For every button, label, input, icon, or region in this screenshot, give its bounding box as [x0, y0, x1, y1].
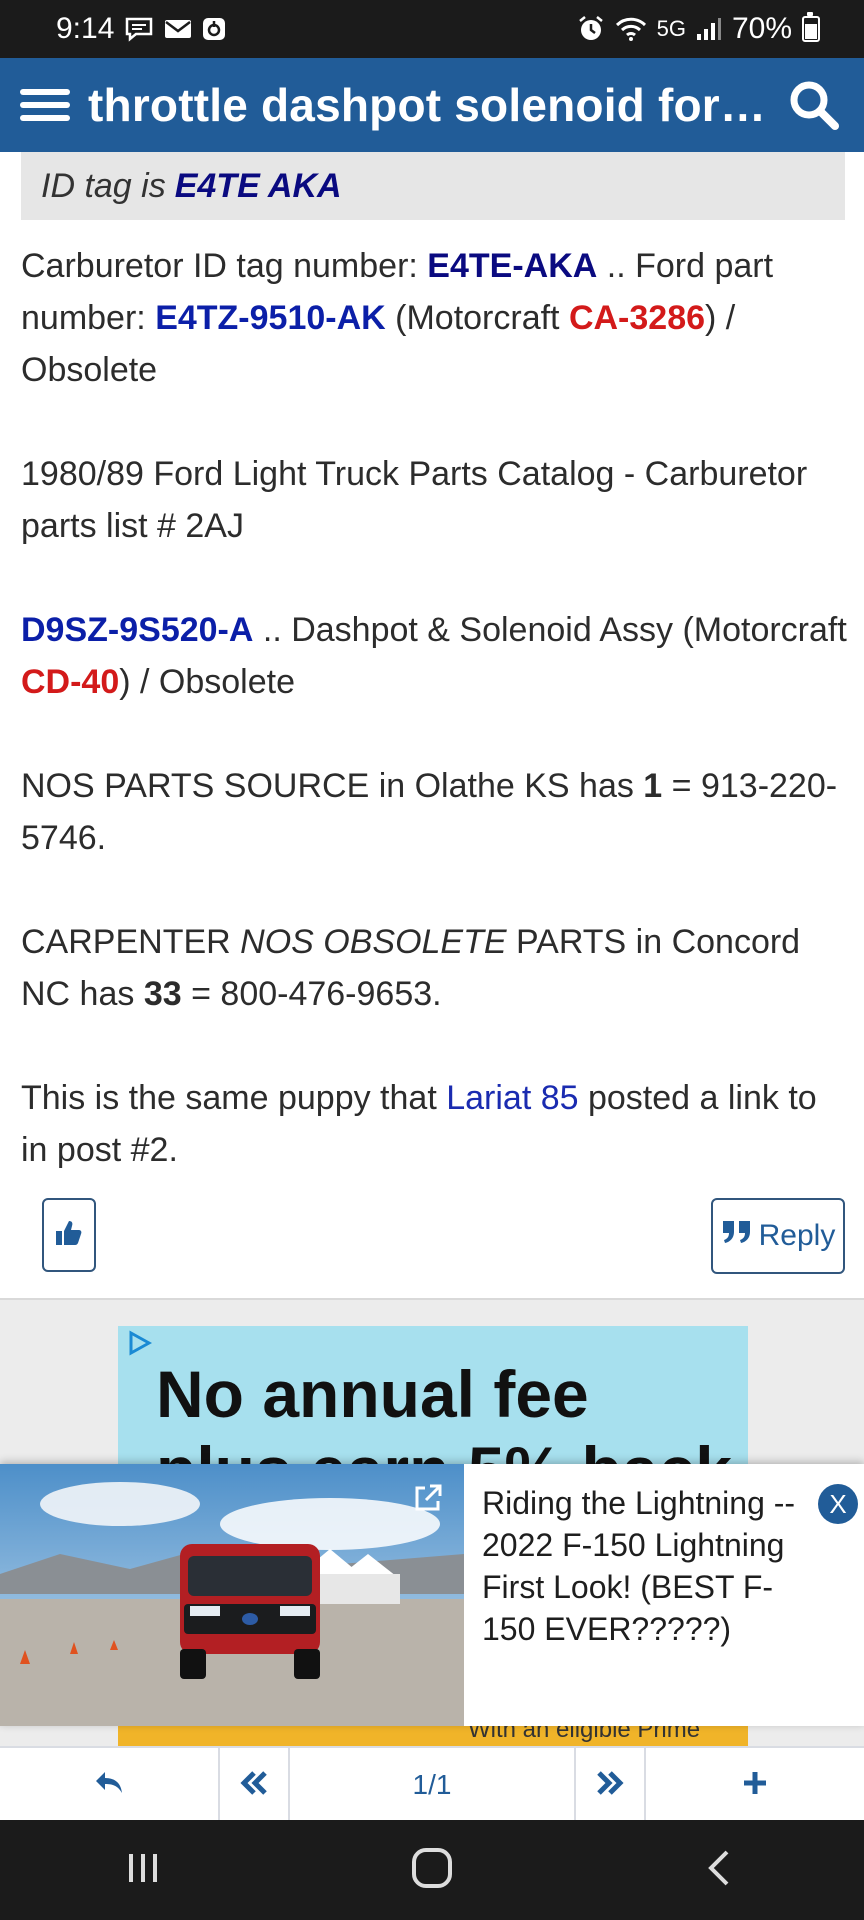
ford-part-number: E4TZ-9510-AK: [155, 299, 386, 337]
last-page-button[interactable]: [576, 1748, 646, 1822]
text-span: ) / Obsolete: [119, 663, 295, 701]
quote-prefix: ID tag is: [41, 166, 166, 205]
status-left: 9:14: [56, 12, 226, 46]
plus-icon: [741, 1769, 769, 1802]
italic-text: NOS OBSOLETE: [240, 923, 507, 961]
text-span: (Motorcraft: [385, 299, 569, 337]
mail-icon: [164, 18, 192, 40]
status-right: 5G 70%: [577, 12, 820, 46]
floating-video-player: Riding the Lightning -- 2022 F-150 Light…: [0, 1464, 864, 1726]
battery-icon: [802, 12, 820, 42]
post-paragraph-4: NOS PARTS SOURCE in Olathe KS has 1 = 91…: [21, 760, 851, 864]
post-paragraph-1: Carburetor ID tag number: E4TE-AKA .. Fo…: [21, 240, 851, 396]
thumbs-up-icon: [54, 1218, 84, 1253]
quote-block: ID tag is E4TE AKA: [21, 152, 845, 220]
quote-icon: [721, 1219, 753, 1253]
status-time: 9:14: [56, 12, 115, 45]
double-chevron-left-icon: [238, 1769, 270, 1802]
ad-headline: No annual fee: [156, 1357, 589, 1431]
text-span: .. Dashpot & Solenoid Assy (Motorcraft: [253, 611, 847, 649]
wifi-icon: [615, 16, 647, 42]
first-page-button[interactable]: [220, 1748, 290, 1822]
reply-label: Reply: [758, 1219, 836, 1252]
system-nav-bar: [0, 1820, 864, 1920]
page-title: throttle dashpot solenoid for ...: [88, 79, 770, 131]
battery-percent: 70%: [731, 12, 792, 45]
post-content: ID tag is E4TE AKA Carburetor ID tag num…: [0, 152, 864, 1298]
post-body: Carburetor ID tag number: E4TE-AKA .. Fo…: [21, 240, 851, 1228]
post-paragraph-5: CARPENTER NOS OBSOLETE PARTS in Concord …: [21, 916, 851, 1020]
status-bar: 9:14 5G 70%: [0, 0, 864, 58]
reply-button[interactable]: Reply: [711, 1198, 845, 1274]
ad-choices-icon[interactable]: [126, 1330, 153, 1363]
page-indicator[interactable]: 1/1: [290, 1748, 576, 1822]
home-icon[interactable]: [410, 1846, 454, 1895]
stock-count: 1: [643, 767, 663, 805]
reply-back-button[interactable]: [0, 1748, 220, 1822]
text-span: NOS PARTS SOURCE in Olathe KS has: [21, 767, 644, 805]
signal-icon: [696, 17, 722, 41]
text-span: Carburetor ID tag number:: [21, 247, 428, 285]
network-type: 5G: [656, 16, 686, 41]
like-button[interactable]: [42, 1198, 96, 1272]
dashpot-part-number: D9SZ-9S520-A: [21, 611, 254, 649]
reply-arrow-icon: [93, 1769, 125, 1802]
search-icon[interactable]: [784, 75, 844, 135]
video-thumbnail[interactable]: [0, 1464, 464, 1726]
stock-count: 33: [143, 975, 182, 1013]
alarm-icon: [577, 15, 605, 43]
new-post-button[interactable]: [646, 1748, 864, 1822]
video-title[interactable]: Riding the Lightning -- 2022 F-150 Light…: [482, 1482, 812, 1650]
page-number: 1/1: [412, 1769, 452, 1800]
user-link[interactable]: Lariat 85: [446, 1079, 578, 1117]
external-link-icon[interactable]: [412, 1482, 444, 1519]
id-tag-number: E4TE-AKA: [427, 247, 598, 285]
text-span: = 800-476-9653.: [181, 975, 442, 1013]
post-paragraph-2: 1980/89 Ford Light Truck Parts Catalog -…: [21, 455, 808, 545]
chat-notification-icon: [124, 16, 154, 42]
close-video-button[interactable]: X: [818, 1484, 858, 1524]
post-paragraph-6: This is the same puppy that Lariat 85 po…: [21, 1072, 851, 1176]
app-notification-icon: [202, 17, 226, 41]
quote-tag: E4TE AKA: [174, 166, 342, 205]
text-span: This is the same puppy that: [21, 1079, 447, 1117]
app-header: throttle dashpot solenoid for ...: [0, 58, 864, 152]
double-chevron-right-icon: [594, 1769, 626, 1802]
text-span: CARPENTER: [21, 923, 241, 961]
motorcraft-part-number: CD-40: [21, 663, 120, 701]
post-paragraph-3: D9SZ-9S520-A .. Dashpot & Solenoid Assy …: [21, 604, 851, 708]
hamburger-icon[interactable]: [20, 80, 70, 130]
back-icon[interactable]: [701, 1848, 741, 1893]
recent-apps-icon[interactable]: [123, 1848, 163, 1893]
motorcraft-part-number: CA-3286: [568, 299, 706, 337]
thread-pager: 1/1: [0, 1746, 864, 1822]
